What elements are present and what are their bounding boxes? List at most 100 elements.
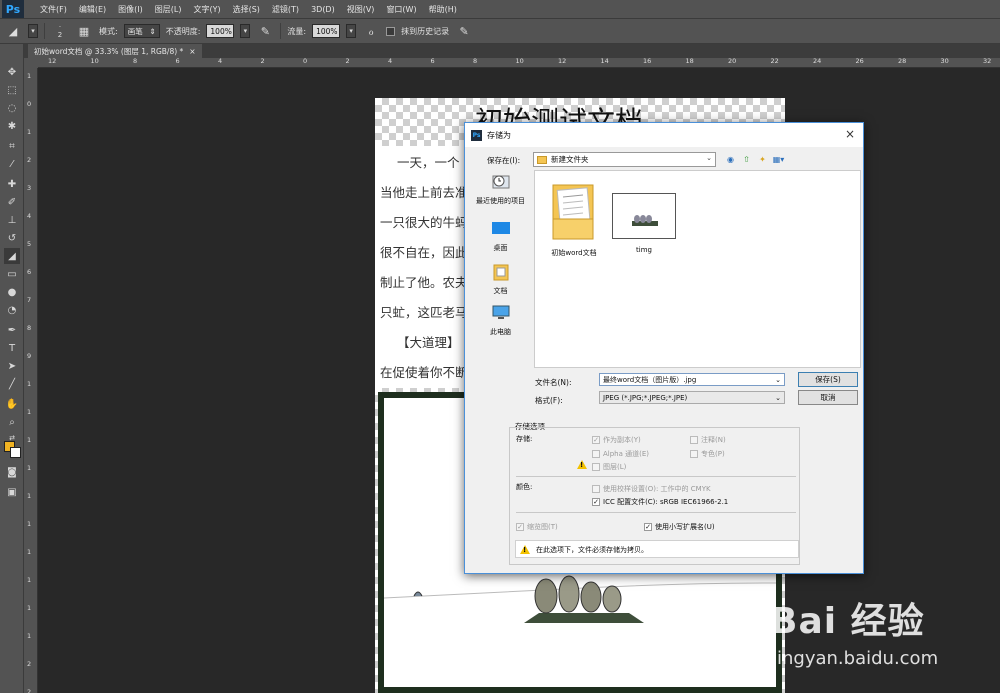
filename-input[interactable]: 最终word文档（图片版）.jpg ⌄ (599, 373, 785, 386)
clone-stamp-tool-icon[interactable]: ⊥ (4, 212, 20, 228)
document-tab-title: 初始word文档 @ 33.3% (图层 1, RGB/8) * (34, 46, 184, 56)
pen-tool-icon[interactable]: ✒ (4, 322, 20, 338)
brush-tool-icon[interactable]: ✐ (4, 194, 20, 210)
path-selection-tool-icon[interactable]: ➤ (4, 358, 20, 374)
ruler-tick-label: 4 (218, 58, 223, 65)
gradient-tool-icon[interactable]: ▭ (4, 266, 20, 282)
document-tab[interactable]: 初始word文档 @ 33.3% (图层 1, RGB/8) * × (28, 44, 202, 58)
alpha-checkbox[interactable] (592, 450, 600, 458)
ruler-tick-label: 7 (27, 296, 32, 304)
ruler-tick-label: 20 (728, 58, 737, 65)
menu-select[interactable]: 选择(S) (227, 4, 266, 15)
menu-view[interactable]: 视图(V) (341, 4, 381, 15)
save-in-dropdown[interactable]: 新建文件夹 ⌄ (533, 152, 716, 167)
file-item-label: timg (636, 246, 652, 254)
ruler-tick-label: 3 (27, 184, 32, 192)
alpha-label: Alpha 通道(E) (603, 450, 650, 458)
line-tool-icon[interactable]: ╱ (4, 376, 20, 392)
eraser-tool-icon[interactable]: ◢ (4, 248, 20, 264)
layers-checkbox[interactable] (592, 463, 600, 471)
screen-mode-icon[interactable]: ▣ (4, 484, 20, 500)
file-item[interactable]: timg (609, 193, 679, 254)
lasso-tool-icon[interactable]: ◌ (4, 100, 20, 116)
pressure-opacity-icon[interactable]: ✎ (256, 22, 274, 40)
divider (516, 476, 796, 477)
move-tool-icon[interactable]: ✥ (4, 64, 20, 80)
desktop-icon (491, 222, 510, 234)
eyedropper-tool-icon[interactable]: ⁄ (4, 156, 20, 172)
ruler-tick-label: 1 (27, 548, 32, 556)
icc-profile-checkbox[interactable]: ✓ (592, 498, 600, 506)
as-copy-checkbox[interactable]: ✓ (592, 436, 600, 444)
menu-image[interactable]: 图像(I) (112, 4, 149, 15)
menu-edit[interactable]: 编辑(E) (73, 4, 112, 15)
marquee-tool-icon[interactable]: ⬚ (4, 82, 20, 98)
photoshop-app-icon: Ps (471, 129, 482, 141)
save-button[interactable]: 保存(S) (798, 372, 858, 387)
lowercase-ext-checkbox[interactable]: ✓ (644, 523, 652, 531)
brush-size-preview[interactable]: · 2 (51, 22, 69, 40)
divider (516, 512, 796, 513)
blur-tool-icon[interactable]: ● (4, 284, 20, 300)
spot-checkbox[interactable] (690, 450, 698, 458)
place-recent[interactable]: 最近使用的项目 (469, 173, 532, 206)
document-text-line: 【大道理】 (397, 335, 460, 350)
menu-file[interactable]: 文件(F) (34, 4, 73, 15)
place-this-pc[interactable]: 此电脑 (469, 304, 532, 337)
eraser-tool-icon[interactable]: ◢ (4, 22, 22, 40)
menu-window[interactable]: 窗口(W) (380, 4, 422, 15)
opacity-input[interactable]: 100% (206, 24, 235, 38)
thumbnail-checkbox[interactable]: ✓ (516, 523, 524, 531)
view-menu-icon[interactable]: ▦▾ (773, 154, 785, 165)
menu-layer[interactable]: 图层(L) (149, 4, 188, 15)
notes-checkbox[interactable] (690, 436, 698, 444)
flow-dropdown[interactable]: ▾ (346, 24, 357, 38)
file-item[interactable]: 初始word文档 (539, 179, 609, 258)
ruler-tick-label: 1 (27, 128, 32, 136)
quick-mask-icon[interactable]: ◙ (4, 464, 20, 480)
ruler-tick-label: 1 (27, 380, 32, 388)
menu-help[interactable]: 帮助(H) (423, 4, 463, 15)
new-folder-icon[interactable]: ✦ (757, 154, 768, 165)
options-bar: ◢ ▾ · 2 ▦ 模式: 画笔 ⇕ 不透明度: 100% ▾ ✎ 流量: 10… (0, 18, 1000, 44)
file-list[interactable]: 初始word文档 timg (534, 170, 861, 368)
document-text-line: 一只很大的牛蚂 (380, 215, 468, 230)
place-documents[interactable]: 文档 (469, 263, 532, 296)
chevron-updown-icon: ⇕ (149, 26, 156, 36)
healing-brush-tool-icon[interactable]: ✚ (4, 176, 20, 192)
format-select[interactable]: JPEG (*.JPG;*.JPEG;*.JPE) ⌄ (599, 391, 785, 404)
mode-select[interactable]: 画笔 ⇕ (123, 24, 160, 38)
dodge-tool-icon[interactable]: ◔ (4, 302, 20, 318)
cancel-button[interactable]: 取消 (798, 390, 858, 405)
close-icon[interactable]: × (845, 127, 855, 141)
up-folder-icon[interactable]: ⇧ (741, 154, 752, 165)
crop-tool-icon[interactable]: ⌗ (4, 138, 20, 154)
ruler-tick-label: 1 (27, 604, 32, 612)
ruler-tick-label: 32 (983, 58, 992, 65)
back-icon[interactable]: ◉ (725, 154, 736, 165)
brush-panel-icon[interactable]: ▦ (75, 22, 93, 40)
place-desktop[interactable]: 桌面 (469, 220, 532, 253)
ruler-tick-label: 1 (27, 632, 32, 640)
ruler-tick-label: 4 (388, 58, 393, 65)
flow-input[interactable]: 100% (312, 24, 341, 38)
tool-preset-dropdown[interactable]: ▾ (28, 24, 38, 38)
zoom-tool-icon[interactable]: ⌕ (4, 414, 20, 430)
erase-history-checkbox[interactable] (386, 26, 396, 36)
hand-tool-icon[interactable]: ✋ (4, 396, 20, 412)
chevron-down-icon: ⌄ (775, 393, 781, 402)
background-color-swatch[interactable] (10, 447, 21, 458)
type-tool-icon[interactable]: T (4, 340, 20, 356)
menu-3d[interactable]: 3D(D) (305, 5, 341, 14)
magic-wand-tool-icon[interactable]: ✱ (4, 118, 20, 134)
mode-label: 模式: (99, 26, 118, 36)
airbrush-icon[interactable]: ℴ (362, 22, 380, 40)
use-proof-checkbox[interactable] (592, 485, 600, 493)
ruler-tick-label: 6 (175, 58, 180, 65)
opacity-dropdown[interactable]: ▾ (240, 24, 251, 38)
menu-filter[interactable]: 滤镜(T) (266, 4, 305, 15)
history-brush-tool-icon[interactable]: ↺ (4, 230, 20, 246)
menu-type[interactable]: 文字(Y) (187, 4, 226, 15)
close-tab-icon[interactable]: × (189, 47, 195, 56)
pressure-size-icon[interactable]: ✎ (455, 22, 473, 40)
